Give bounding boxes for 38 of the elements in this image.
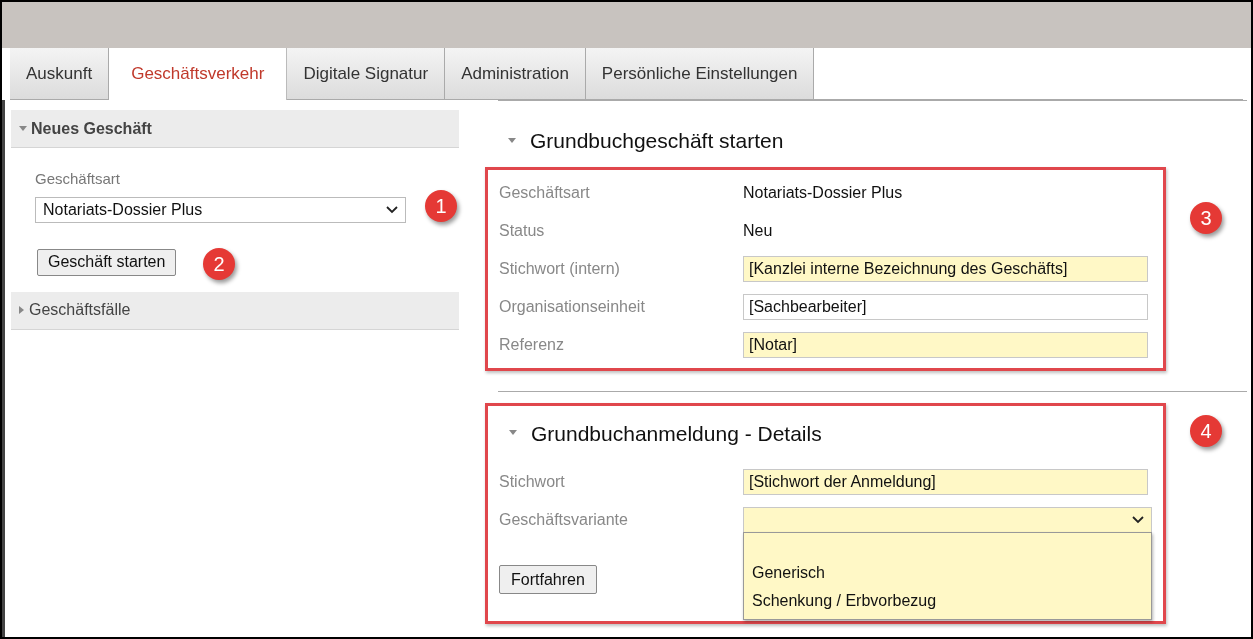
chevron-down-icon [386, 205, 398, 214]
number-badge: 3 [1190, 202, 1222, 234]
tab[interactable]: Persönliche Einstellungen [585, 48, 815, 100]
section-title: Grundbuchgeschäft starten [530, 128, 784, 154]
dropdown-option[interactable]: Schenkung / Erbvorbezug [744, 587, 1151, 615]
field-value: Notariats-Dossier Plus [743, 182, 903, 203]
collapse-caret-icon[interactable] [19, 306, 25, 314]
tab[interactable]: Digitale Signatur [287, 48, 446, 100]
input-field[interactable]: [Sachbearbeiter] [743, 293, 1148, 320]
section-title: Grundbuchanmeldung - Details [531, 420, 822, 447]
number-badge: 1 [425, 190, 457, 222]
field-label: Geschäftsart [35, 169, 122, 189]
field-label: Stichwort (intern) [499, 258, 621, 279]
field-label: Geschäftsart [499, 182, 591, 203]
field-label: Status [499, 220, 546, 241]
tab[interactable]: Administration [445, 48, 586, 100]
input-field[interactable]: [Kanzlei interne Bezeichnung des Geschäfts] [743, 255, 1148, 282]
expand-caret-icon[interactable] [19, 125, 27, 132]
field-label: Referenz [499, 334, 565, 355]
field-value: Neu [743, 220, 773, 241]
select-field[interactable] [743, 507, 1152, 533]
tab[interactable]: Auskunft [10, 48, 110, 100]
expand-caret-icon[interactable] [508, 137, 516, 144]
input-field[interactable]: [Notar] [743, 331, 1148, 358]
continue-button[interactable]: Fortfahren [499, 565, 597, 594]
input-field[interactable]: [Stichwort der Anmeldung] [743, 469, 1148, 495]
number-badge: 4 [1190, 414, 1222, 447]
section-header[interactable]: Neues Geschäft [11, 110, 459, 148]
chevron-down-icon [1132, 516, 1144, 524]
field-label: Organisationseinheit [499, 296, 646, 317]
field-label: Geschäftsvariante [499, 510, 629, 530]
field-label: Stichwort [499, 472, 566, 492]
start-button[interactable]: Geschäft starten [37, 248, 177, 276]
number-badge: 2 [203, 248, 235, 280]
section-header[interactable]: Geschäftsfälle [11, 291, 459, 330]
dropdown-option[interactable]: Generisch [744, 559, 1151, 587]
expand-caret-icon[interactable] [509, 430, 517, 437]
select-field[interactable]: Notariats-Dossier Plus [35, 196, 406, 223]
